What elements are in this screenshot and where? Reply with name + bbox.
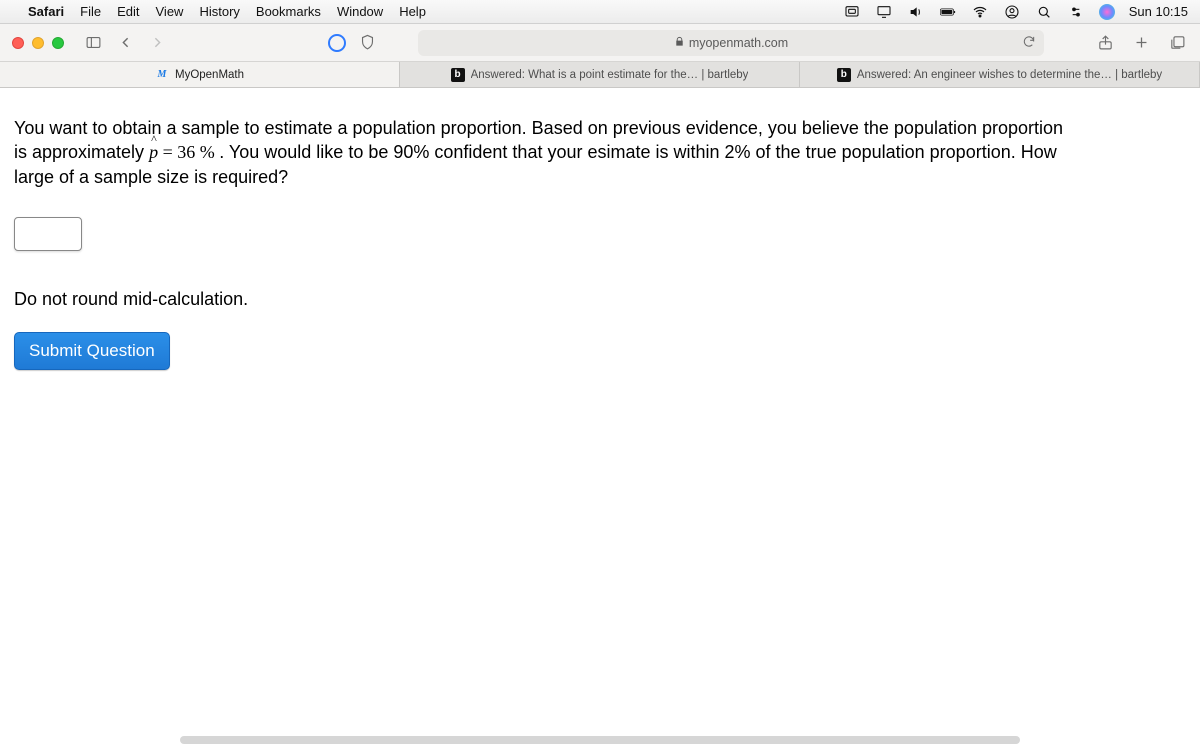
battery-icon[interactable] [939, 3, 957, 21]
menu-help[interactable]: Help [399, 4, 426, 19]
tab-overview-icon[interactable] [1166, 32, 1188, 54]
horizontal-scrollbar[interactable] [180, 736, 1020, 744]
tab-bartleby-1[interactable]: b Answered: What is a point estimate for… [400, 62, 800, 87]
lock-icon [674, 36, 685, 50]
control-center-icon[interactable] [1067, 3, 1085, 21]
siri-icon[interactable] [1099, 4, 1115, 20]
minimize-window-button[interactable] [32, 37, 44, 49]
window-controls [12, 37, 64, 49]
tab-label: Answered: What is a point estimate for t… [471, 69, 749, 81]
browser-toolbar: myopenmath.com [0, 24, 1200, 62]
display-icon[interactable] [875, 3, 893, 21]
address-bar-text: myopenmath.com [689, 36, 788, 50]
tab-label: Answered: An engineer wishes to determin… [857, 69, 1162, 81]
stage-manager-icon[interactable] [843, 3, 861, 21]
p-hat-symbol: p [149, 142, 158, 162]
volume-icon[interactable] [907, 3, 925, 21]
user-icon[interactable] [1003, 3, 1021, 21]
favicon-myopenmath-icon: M [155, 68, 169, 82]
menu-edit[interactable]: Edit [117, 4, 139, 19]
share-icon[interactable] [1094, 32, 1116, 54]
reload-icon[interactable] [1022, 34, 1036, 51]
menu-window[interactable]: Window [337, 4, 383, 19]
menu-history[interactable]: History [199, 4, 239, 19]
address-bar[interactable]: myopenmath.com [418, 30, 1044, 56]
instruction-note: Do not round mid-calculation. [14, 289, 1186, 310]
menubar-app-name[interactable]: Safari [28, 4, 64, 19]
page-content: You want to obtain a sample to estimate … [0, 88, 1200, 390]
menubar-clock[interactable]: Sun 10:15 [1129, 4, 1188, 19]
privacy-shield-icon[interactable] [328, 34, 346, 52]
back-button[interactable] [114, 32, 136, 54]
answer-input[interactable] [14, 217, 82, 251]
spotlight-icon[interactable] [1035, 3, 1053, 21]
tab-label: MyOpenMath [175, 69, 244, 81]
new-tab-icon[interactable] [1130, 32, 1152, 54]
tab-myopenmath[interactable]: M MyOpenMath [0, 62, 400, 87]
menu-file[interactable]: File [80, 4, 101, 19]
wifi-icon[interactable] [971, 3, 989, 21]
menu-view[interactable]: View [156, 4, 184, 19]
sidebar-toggle-icon[interactable] [82, 32, 104, 54]
favicon-bartleby-icon: b [837, 68, 851, 82]
tracking-shield-icon[interactable] [356, 32, 378, 54]
favicon-bartleby-icon: b [451, 68, 465, 82]
fullscreen-window-button[interactable] [52, 37, 64, 49]
question-text: You want to obtain a sample to estimate … [14, 116, 1074, 189]
forward-button [146, 32, 168, 54]
submit-question-button[interactable]: Submit Question [14, 332, 170, 370]
tab-bartleby-2[interactable]: b Answered: An engineer wishes to determ… [800, 62, 1200, 87]
macos-menubar: Safari File Edit View History Bookmarks … [0, 0, 1200, 24]
close-window-button[interactable] [12, 37, 24, 49]
menu-bookmarks[interactable]: Bookmarks [256, 4, 321, 19]
tab-strip: M MyOpenMath b Answered: What is a point… [0, 62, 1200, 88]
